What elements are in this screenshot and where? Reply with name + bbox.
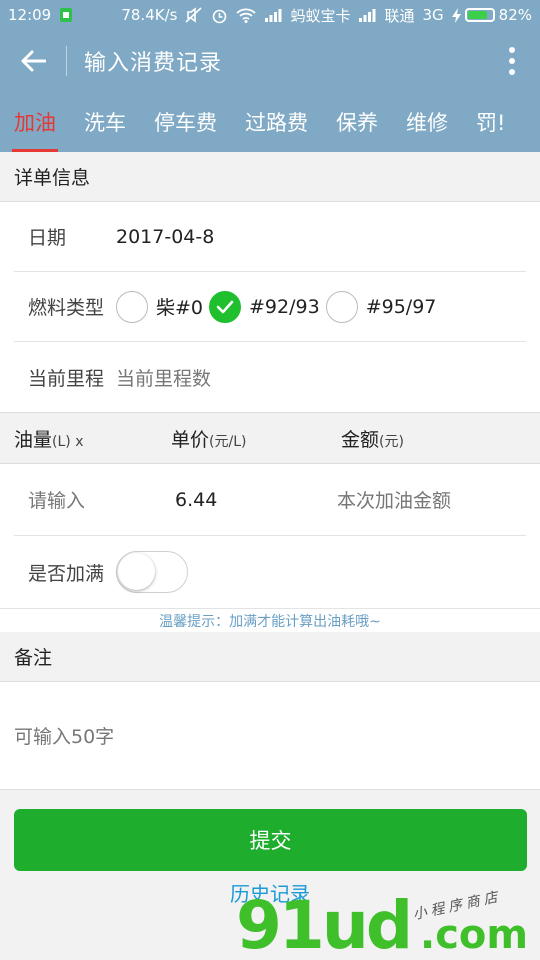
amount-header-text: 金额	[341, 428, 380, 451]
tab-maintenance[interactable]: 保养	[322, 92, 392, 152]
radio-unchecked-icon	[116, 290, 148, 323]
detail-card: 日期 2017-04-8 燃料类型 柴#0 #92/93 #95/97 当前里程…	[0, 202, 540, 412]
mileage-row: 当前里程 当前里程数	[14, 342, 526, 412]
status-net-speed: 78.4K/s	[121, 6, 178, 24]
alarm-icon	[211, 7, 228, 24]
volume-unit: (L) x	[52, 433, 84, 450]
more-menu-button[interactable]	[484, 30, 540, 92]
fuel-type-label: 燃料类型	[28, 297, 105, 319]
sim-app-icon	[59, 7, 73, 23]
category-tabs: 加油 洗车 停车费 过路费 保养 维修 罚!	[0, 92, 540, 152]
back-button[interactable]	[0, 30, 66, 92]
mileage-input[interactable]: 当前里程数	[116, 364, 211, 391]
tab-refuel[interactable]: 加油	[0, 92, 70, 152]
top-bar: 12:09 78.4K/s 蚂蚁宝卡 联通 3G 82% 输入消费记录 加油 洗…	[0, 0, 540, 152]
back-arrow-icon	[21, 50, 46, 72]
history-link[interactable]: 历史记录	[0, 878, 540, 907]
fuel-option-95[interactable]: #95/97	[325, 290, 437, 323]
status-carrier2: 联通	[384, 6, 415, 25]
charging-icon	[451, 7, 461, 23]
radio-checked-icon	[209, 290, 242, 323]
tab-carwash[interactable]: 洗车	[70, 92, 140, 152]
price-header-text: 单价	[171, 428, 210, 451]
date-label: 日期	[28, 227, 67, 249]
signal-icon	[264, 8, 282, 22]
fuel-option-diesel[interactable]: 柴#0	[116, 290, 204, 323]
signal2-icon	[358, 8, 376, 22]
price-input[interactable]: 6.44	[175, 489, 337, 511]
status-time: 12:09	[8, 6, 52, 24]
status-bar: 12:09 78.4K/s 蚂蚁宝卡 联通 3G 82%	[0, 0, 540, 30]
fuel-table-header: 油量 (L) x 单价 (元/L) 金额 (元)	[0, 412, 540, 464]
amount-header: 金额 (元)	[341, 425, 404, 452]
status-network: 3G	[422, 6, 444, 24]
remark-input[interactable]: 可输入50字	[0, 682, 540, 790]
date-row[interactable]: 日期 2017-04-8	[14, 202, 526, 272]
wifi-icon	[236, 8, 257, 23]
remark-section-header: 备注	[0, 632, 540, 682]
detail-section-header: 详单信息	[0, 152, 540, 202]
battery-percent: 82%	[498, 6, 532, 24]
toggle-knob	[118, 553, 155, 590]
fill-full-label: 是否加满	[28, 562, 105, 585]
more-vertical-icon	[509, 47, 515, 75]
volume-header: 油量 (L) x	[0, 425, 171, 452]
fuel-type-radio-group: 柴#0 #92/93 #95/97	[116, 290, 442, 323]
amount-unit: (元)	[379, 433, 404, 450]
tab-fine[interactable]: 罚!	[462, 92, 519, 152]
mute-icon	[185, 7, 203, 23]
tab-parking[interactable]: 停车费	[140, 92, 231, 152]
fuel-type-row: 燃料类型 柴#0 #92/93 #95/97	[14, 272, 526, 342]
battery-icon	[464, 8, 495, 22]
volume-input[interactable]: 请输入	[14, 486, 175, 513]
tab-toll[interactable]: 过路费	[231, 92, 322, 152]
fuel-option-label: #92/93	[249, 295, 320, 318]
submit-button[interactable]: 提交	[14, 809, 527, 871]
fuel-input-row: 请输入 6.44 本次加油金额	[14, 464, 526, 536]
fill-full-toggle[interactable]	[116, 551, 188, 593]
fill-tip: 温馨提示：加满才能计算出油耗哦~	[0, 608, 540, 632]
app-bar: 输入消费记录	[0, 30, 540, 92]
fuel-option-92[interactable]: #92/93	[209, 290, 320, 323]
battery: 82%	[451, 6, 532, 24]
date-value[interactable]: 2017-04-8	[116, 226, 214, 248]
amount-input[interactable]: 本次加油金额	[337, 486, 451, 513]
mileage-label: 当前里程	[28, 367, 105, 390]
appbar-divider	[66, 46, 67, 76]
fuel-option-label: #95/97	[365, 295, 437, 318]
price-unit: (元/L)	[209, 433, 247, 450]
fill-full-row: 是否加满	[14, 536, 526, 608]
fuel-card: 请输入 6.44 本次加油金额 是否加满 温馨提示：加满才能计算出油耗哦~	[0, 464, 540, 632]
watermark-com: .com	[420, 912, 529, 958]
page-title: 输入消费记录	[84, 51, 223, 76]
tab-repair[interactable]: 维修	[392, 92, 462, 152]
price-header: 单价 (元/L)	[171, 425, 341, 452]
status-carrier1: 蚂蚁宝卡	[290, 6, 351, 25]
radio-unchecked-icon	[325, 290, 358, 323]
fuel-option-label: 柴#0	[156, 297, 204, 319]
volume-header-text: 油量	[14, 428, 53, 451]
